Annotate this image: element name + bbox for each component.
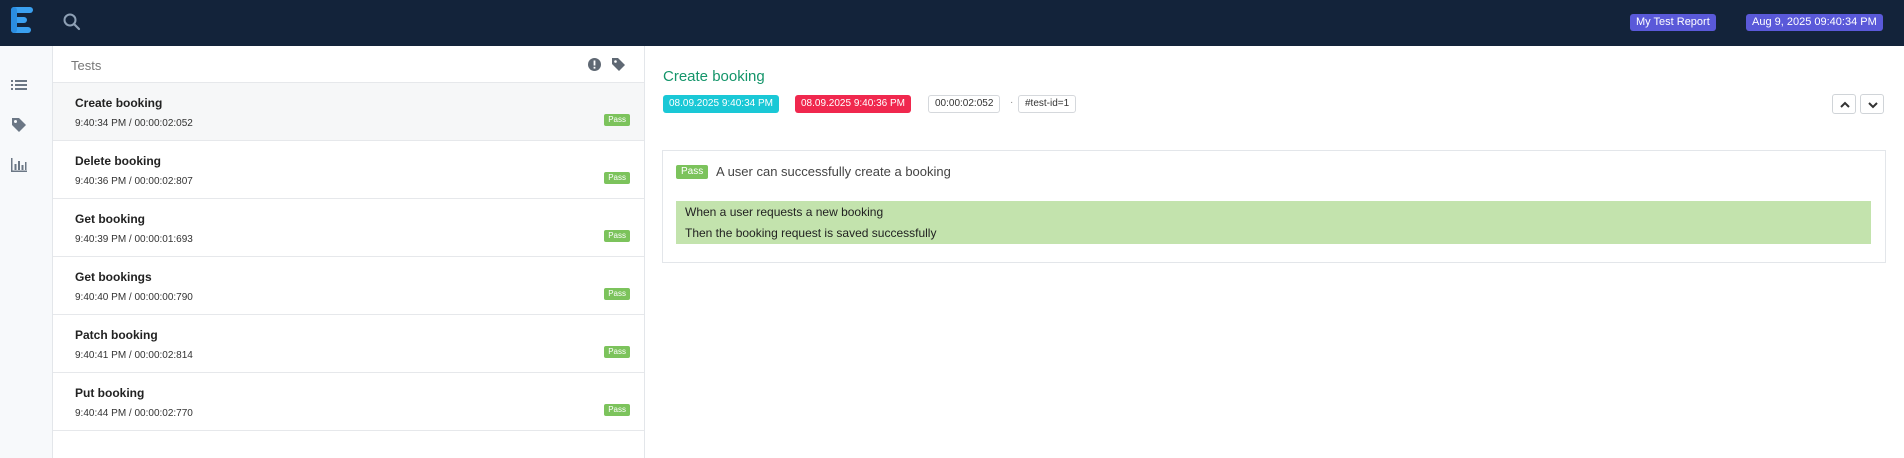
test-name: Delete booking: [75, 154, 162, 168]
previous-test-button[interactable]: [1832, 94, 1856, 114]
status-badge: Pass: [604, 288, 630, 300]
scenario-step: When a user requests a new booking: [685, 205, 884, 219]
test-item[interactable]: Get bookings 9:40:40 PM / 00:00:00:790 P…: [53, 257, 644, 315]
search-icon[interactable]: [62, 12, 82, 32]
detail-title: Create booking: [663, 68, 765, 85]
test-item[interactable]: Patch booking 9:40:41 PM / 00:00:02:814 …: [53, 315, 644, 373]
nav-rail: [0, 46, 53, 458]
report-name-badge: My Test Report: [1630, 14, 1716, 31]
test-item[interactable]: Put booking 9:40:44 PM / 00:00:02:770 Pa…: [53, 373, 644, 431]
test-time-duration: 9:40:34 PM / 00:00:02:052: [75, 118, 193, 129]
test-time-duration: 9:40:40 PM / 00:00:00:790: [75, 292, 193, 303]
list-icon[interactable]: [10, 77, 28, 95]
status-badge: Pass: [604, 404, 630, 416]
test-time-duration: 9:40:39 PM / 00:00:01:693: [75, 234, 193, 245]
exclamation-icon[interactable]: [587, 57, 602, 72]
report-timestamp-badge: Aug 9, 2025 09:40:34 PM: [1746, 14, 1883, 31]
bar-chart-icon[interactable]: [10, 156, 28, 174]
tests-title: Tests: [71, 58, 102, 73]
tag-icon[interactable]: [10, 116, 28, 134]
end-time-tag: 08.09.2025 9:40:36 PM: [795, 95, 911, 113]
test-name: Get booking: [75, 212, 145, 226]
test-time-duration: 9:40:44 PM / 00:00:02:770: [75, 408, 193, 419]
test-detail-panel: Create booking 08.09.2025 9:40:34 PM 08.…: [645, 46, 1904, 458]
app-logo[interactable]: [8, 5, 36, 37]
scenario-step: Then the booking request is saved succes…: [685, 226, 937, 240]
test-name: Patch booking: [75, 328, 158, 342]
status-badge: Pass: [604, 172, 630, 184]
chevron-up-icon: [1840, 101, 1850, 108]
start-time-tag: 08.09.2025 9:40:34 PM: [663, 95, 779, 113]
next-test-button[interactable]: [1860, 94, 1884, 114]
status-badge: Pass: [604, 230, 630, 242]
tag-separator: ·: [1010, 97, 1014, 108]
test-name: Create booking: [75, 96, 163, 110]
test-item[interactable]: Create booking 9:40:34 PM / 00:00:02:052…: [53, 83, 644, 141]
status-badge: Pass: [604, 346, 630, 358]
duration-tag: 00:00:02:052: [928, 95, 1001, 113]
scenario-status-badge: Pass: [676, 165, 709, 179]
test-item[interactable]: Delete booking 9:40:36 PM / 00:00:02:807…: [53, 141, 644, 199]
test-name: Put booking: [75, 386, 145, 400]
top-bar: My Test Report Aug 9, 2025 09:40:34 PM: [0, 0, 1904, 46]
scenario-title: A user can successfully create a booking: [716, 164, 951, 179]
tests-header: Tests: [53, 46, 644, 83]
test-item[interactable]: Get booking 9:40:39 PM / 00:00:01:693 Pa…: [53, 199, 644, 257]
test-time-duration: 9:40:41 PM / 00:00:02:814: [75, 350, 193, 361]
tests-panel: Tests Create booking 9:40:34 PM / 00:00:…: [53, 46, 645, 458]
status-badge: Pass: [604, 114, 630, 126]
tag-filter-icon[interactable]: [611, 57, 626, 72]
scenario-card: Pass A user can successfully create a bo…: [662, 150, 1886, 263]
test-id-tag: #test-id=1: [1018, 95, 1077, 113]
chevron-down-icon: [1868, 102, 1878, 109]
test-name: Get bookings: [75, 270, 152, 284]
scenario-steps: When a user requests a new booking Then …: [676, 201, 1871, 244]
test-time-duration: 9:40:36 PM / 00:00:02:807: [75, 176, 193, 187]
